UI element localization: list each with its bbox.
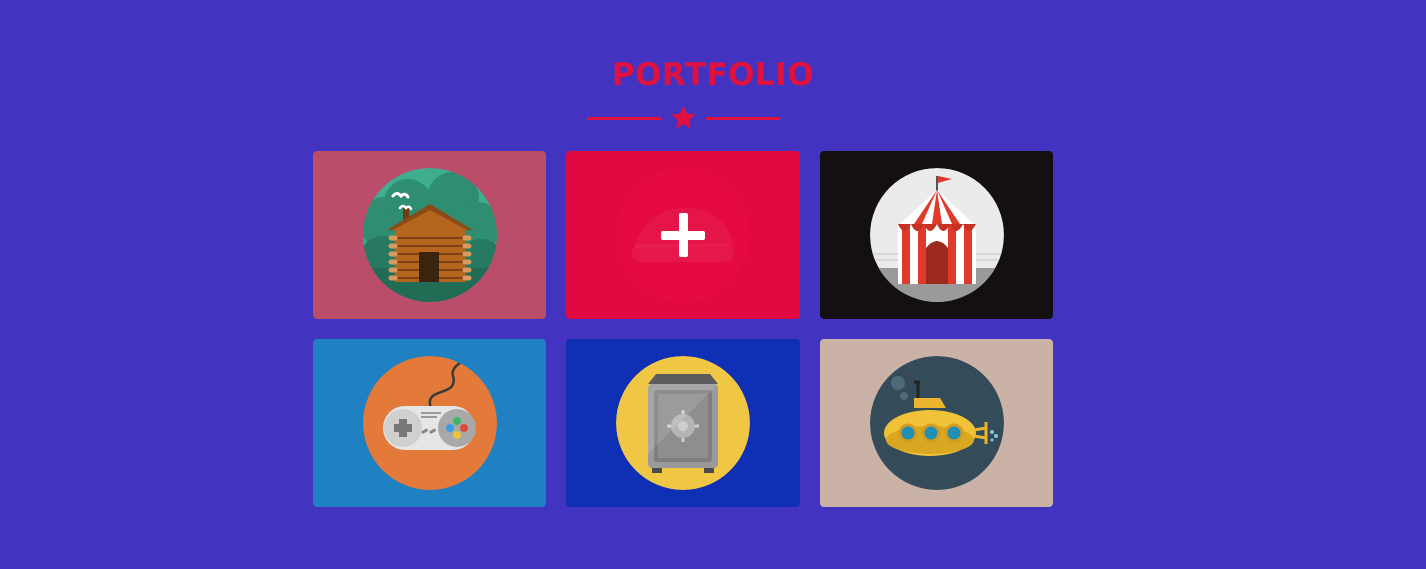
portfolio-section: PORTFOLIO [0,0,1426,569]
log-cabin-icon [362,168,497,302]
plus-icon[interactable] [661,213,705,257]
title-divider [587,104,780,132]
submarine-icon [869,356,1004,490]
portfolio-item-cake[interactable] [566,151,800,319]
portfolio-grid [313,151,1054,507]
divider-line-right [706,117,780,120]
portfolio-item-safe[interactable] [566,339,800,507]
game-controller-icon [362,356,497,490]
portfolio-item-controller[interactable] [313,339,546,507]
portfolio-item-circus[interactable] [820,151,1053,319]
safe-icon [616,356,750,490]
divider-line-left [587,117,661,120]
portfolio-item-cabin[interactable] [313,151,546,319]
portfolio-item-submarine[interactable] [820,339,1053,507]
star-icon [671,105,696,129]
section-title: PORTFOLIO [611,57,815,93]
circus-tent-icon [869,168,1004,302]
